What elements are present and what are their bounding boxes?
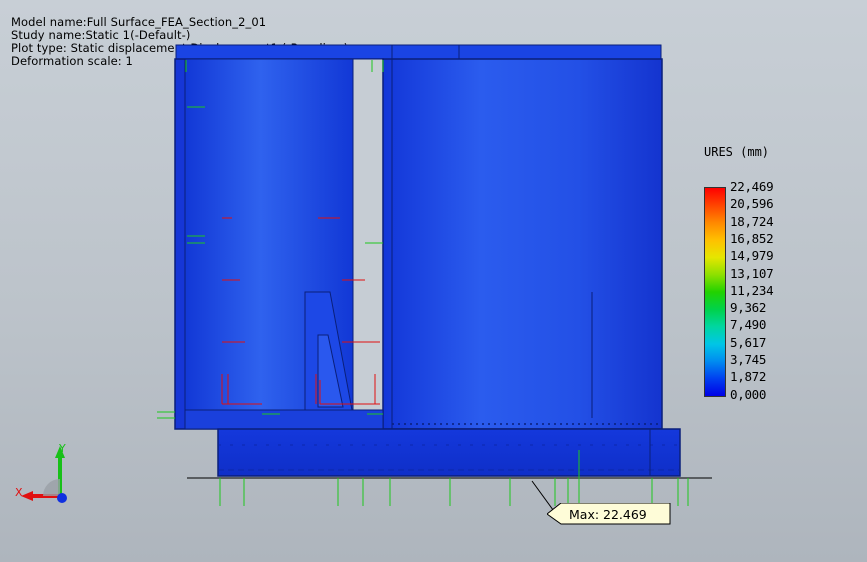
legend-tick-label: 1,872 (730, 369, 767, 385)
max-callout: Max: 22.469 (547, 503, 671, 525)
legend-tick-label: 11,234 (730, 282, 774, 298)
right-cylinder (382, 58, 663, 430)
legend-tick-label: 18,724 (730, 213, 774, 229)
legend-tick-label: 5,617 (730, 334, 767, 350)
center-gap (352, 58, 384, 412)
legend-tick-label: 14,979 (730, 248, 774, 264)
legend-tick-label: 20,596 (730, 196, 774, 212)
axis-triad[interactable]: Y X (15, 440, 85, 510)
x-axis-label: X (15, 486, 23, 499)
z-axis-icon (57, 493, 67, 503)
top-plate (175, 44, 662, 60)
legend-tick-label: 13,107 (730, 265, 774, 281)
left-floor (184, 409, 384, 430)
legend-tick-label: 3,745 (730, 352, 767, 367)
base-block (217, 428, 681, 477)
legend-tick-label: 9,362 (730, 300, 767, 316)
legend-tick-label: 16,852 (730, 230, 774, 246)
legend-tick-label: 0,000 (730, 386, 767, 402)
legend-tick-label: 7,490 (730, 317, 767, 333)
legend-title: URES (mm) (704, 145, 770, 159)
legend-color-bar (704, 187, 726, 397)
max-value-label: Max: 22.469 (569, 507, 647, 522)
y-axis-label: Y (58, 442, 66, 455)
fea-model-viewport[interactable] (0, 0, 867, 562)
legend-tick-label: 22,469 (730, 179, 774, 194)
